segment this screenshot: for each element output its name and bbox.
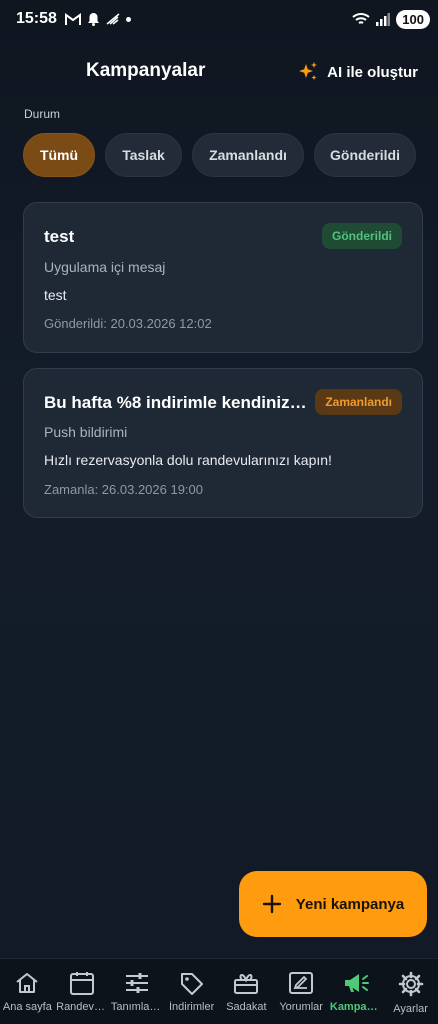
status-badge-scheduled: Zamanlandı [315, 389, 402, 415]
sparkles-icon [299, 62, 318, 80]
more-notifications-dot [125, 16, 131, 22]
status-badge-sent: Gönderildi [322, 223, 402, 249]
nav-label: Randevular [56, 1001, 109, 1013]
status-left: 15:58 [16, 10, 131, 28]
gear-icon [398, 971, 423, 997]
campaign-message: Hızlı rezervasyonla dolu randevularınızı… [44, 452, 332, 468]
status-time: 15:58 [16, 10, 57, 27]
wifi-icon [352, 13, 370, 24]
nav-item-home[interactable]: Ana sayfa [0, 959, 55, 1024]
nav-item-loyalty[interactable]: Sadakat [219, 959, 274, 1024]
tag-icon [180, 973, 203, 995]
campaign-type: Push bildirimi [44, 424, 128, 440]
campaign-title: test [44, 227, 75, 246]
campaign-card-1[interactable]: test Gönderildi Uygulama içi mesaj test … [23, 202, 423, 353]
notification-icons [64, 12, 131, 26]
nav-item-campaigns[interactable]: Kampanyalar [329, 959, 384, 1024]
nav-item-definitions[interactable]: Tanımlamalar [110, 959, 165, 1024]
nav-label: Sadakat [226, 1001, 267, 1013]
campaign-date: Zamanla: 26.03.2026 19:00 [44, 482, 204, 497]
campaign-type: Uygulama içi mesaj [44, 259, 166, 275]
nav-item-discounts[interactable]: İndirimler [164, 959, 219, 1024]
nav-label: Ayarlar [393, 1003, 428, 1015]
gmail-icon [64, 12, 81, 25]
plus-icon [262, 894, 281, 914]
home-icon [16, 973, 38, 993]
calendar-icon [70, 972, 95, 995]
chip-all[interactable]: Tümü [23, 133, 95, 177]
nav-item-appointments[interactable]: Randevular [55, 959, 110, 1024]
nav-label: İndirimler [169, 1001, 215, 1013]
campaign-title: Bu hafta %8 indirimle kendinizeyi şımart… [44, 393, 316, 412]
app-header: Kampanyalar AI ile oluştur [0, 52, 438, 92]
campaign-date: Gönderildi: 20.03.2026 12:02 [44, 316, 212, 331]
new-campaign-label: Yeni kampanya [295, 895, 405, 913]
bottom-navigation: Ana sayfa Randevular Tanımlamalar İndiri… [0, 958, 438, 1024]
status-right: 100 [352, 9, 430, 29]
nav-label: Kampanyalar [329, 1001, 382, 1013]
nav-label: Tanımlamalar [110, 1001, 163, 1013]
nav-item-reviews[interactable]: Yorumlar [274, 959, 329, 1024]
signal-strike-icon [106, 13, 120, 25]
chip-draft[interactable]: Taslak [105, 133, 182, 177]
new-campaign-button[interactable]: Yeni kampanya [239, 871, 427, 937]
cell-signal-icon [376, 12, 391, 26]
status-bar: 15:58 100 [0, 0, 438, 38]
campaign-card-2[interactable]: Bu hafta %8 indirimle kendinizeyi şımart… [23, 368, 423, 518]
sliders-icon [125, 973, 148, 993]
nav-label: Ana sayfa [2, 1001, 52, 1013]
chip-scheduled[interactable]: Zamanlandı [192, 133, 304, 177]
status-filter-label: Durum [24, 107, 61, 121]
gift-icon [234, 973, 259, 994]
bell-icon [87, 13, 99, 26]
ai-create-label: AI ile oluştur [327, 63, 418, 81]
page-title: Kampanyalar [86, 60, 206, 81]
battery-indicator: 100 [396, 9, 430, 29]
chip-sent[interactable]: Gönderildi [314, 133, 416, 177]
review-icon [289, 972, 314, 994]
campaign-message: test [44, 287, 67, 303]
megaphone-icon [344, 974, 369, 992]
ai-create-button[interactable]: AI ile oluştur [297, 58, 418, 86]
nav-item-settings[interactable]: Ayarlar [383, 959, 438, 1024]
status-filter-chips: Tümü Taslak Zamanlandı Gönderildi [23, 133, 416, 177]
nav-label: Yorumlar [279, 1001, 323, 1013]
